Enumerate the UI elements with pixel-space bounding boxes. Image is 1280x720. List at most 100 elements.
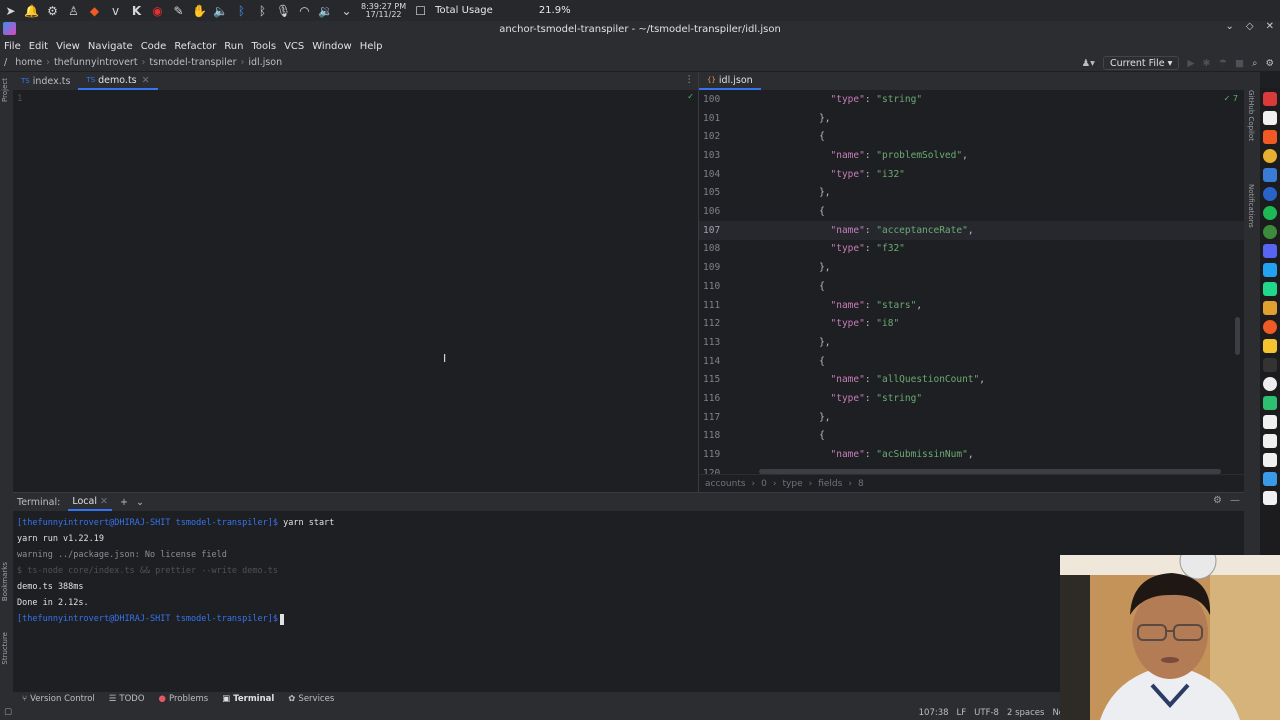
indent-setting[interactable]: 2 spaces: [1007, 708, 1044, 718]
app-red-icon[interactable]: [1263, 92, 1277, 106]
more-icon[interactable]: ⋮: [685, 74, 695, 85]
close-tab-icon[interactable]: ✕: [100, 496, 108, 507]
pycharm-icon[interactable]: [1263, 282, 1277, 296]
code-line[interactable]: 100 "type": "string": [699, 90, 1244, 109]
notes-icon[interactable]: [1263, 396, 1277, 410]
code-line[interactable]: 111 "name": "stars",: [699, 296, 1244, 315]
notifications-tool-label[interactable]: Notifications: [1247, 184, 1255, 228]
speaker-icon[interactable]: 🔉: [315, 0, 336, 21]
breadcrumb-root[interactable]: /: [0, 57, 11, 68]
code-line[interactable]: 119 "name": "acSubmissinNum",: [699, 445, 1244, 464]
pen-icon[interactable]: [1263, 168, 1277, 182]
maximize-icon[interactable]: ◇: [1246, 21, 1254, 32]
code-line[interactable]: 112 "type": "i8": [699, 314, 1244, 333]
clock-icon[interactable]: [1263, 377, 1277, 391]
terminal-icon[interactable]: [1263, 358, 1277, 372]
browser-icon[interactable]: [1263, 187, 1277, 201]
code-line[interactable]: 108 "type": "f32": [699, 240, 1244, 259]
tab-idl-json[interactable]: {} idl.json: [699, 72, 761, 90]
project-tool-label[interactable]: Project: [1, 78, 9, 102]
search-icon[interactable]: ⌕: [1252, 58, 1257, 69]
json-path-item[interactable]: accounts: [705, 479, 746, 489]
version-control-button[interactable]: ⑂ Version Control: [22, 694, 95, 704]
discord-icon[interactable]: [1263, 244, 1277, 258]
code-line[interactable]: 101 },: [699, 109, 1244, 128]
files-icon[interactable]: [1263, 453, 1277, 467]
code-line[interactable]: 117 },: [699, 408, 1244, 427]
caret-position[interactable]: 107:38: [919, 708, 949, 718]
file-icon[interactable]: [1263, 415, 1277, 429]
breadcrumb-home[interactable]: home: [11, 57, 46, 68]
json-path-item[interactable]: 8: [858, 479, 864, 489]
code-line[interactable]: 116 "type": "string": [699, 389, 1244, 408]
code-line[interactable]: 106 {: [699, 202, 1244, 221]
menu-edit[interactable]: Edit: [25, 41, 52, 52]
code-line[interactable]: 103 "name": "problemSolved",: [699, 146, 1244, 165]
hide-panel-icon[interactable]: —: [1230, 495, 1240, 506]
menu-code[interactable]: Code: [137, 41, 171, 52]
json-path-item[interactable]: type: [783, 479, 803, 489]
code-editor[interactable]: ✓ I: [53, 90, 698, 492]
gear-icon[interactable]: ⚙: [1213, 495, 1222, 506]
vertical-scrollbar[interactable]: [1235, 317, 1240, 355]
code-line[interactable]: 104 "type": "i32": [699, 165, 1244, 184]
chrome-icon[interactable]: [1263, 225, 1277, 239]
code-line[interactable]: 105 },: [699, 184, 1244, 203]
bluetooth-status-icon[interactable]: ᛒ: [252, 0, 273, 21]
code-line[interactable]: 114 {: [699, 352, 1244, 371]
breadcrumb-user[interactable]: thefunnyintrovert: [50, 57, 142, 68]
menu-window[interactable]: Window: [308, 41, 355, 52]
copilot-tool-label[interactable]: GitHub Copilot: [1247, 90, 1255, 141]
file-encoding[interactable]: UTF-8: [974, 708, 999, 718]
wifi-icon[interactable]: ◠: [294, 0, 315, 21]
volume-icon[interactable]: 🔈: [210, 0, 231, 21]
run-config-select[interactable]: Current File ▾: [1102, 56, 1180, 70]
brave-icon[interactable]: [1263, 130, 1277, 144]
json-path-item[interactable]: fields: [818, 479, 842, 489]
vpn-icon[interactable]: ᴠ: [105, 0, 126, 21]
terminal-tab-local[interactable]: Local ✕: [68, 493, 112, 511]
close-tab-icon[interactable]: ✕: [142, 75, 150, 86]
spotify-icon[interactable]: [1263, 206, 1277, 220]
illustrator-icon[interactable]: [1263, 301, 1277, 315]
panel-toggle-icon[interactable]: ▢: [4, 707, 12, 717]
breadcrumb-file[interactable]: idl.json: [244, 57, 286, 68]
gear-icon[interactable]: ⚙: [1265, 58, 1274, 69]
menu-vcs[interactable]: VCS: [280, 41, 308, 52]
bookmarks-tool-label[interactable]: Bookmarks: [1, 562, 9, 601]
chevron-down-icon[interactable]: ⌄: [136, 497, 144, 508]
brave-icon[interactable]: ◆: [84, 0, 105, 21]
json-path-item[interactable]: 0: [761, 479, 767, 489]
code-line[interactable]: 107 "name": "acceptanceRate",: [699, 220, 1244, 240]
menu-tools[interactable]: Tools: [247, 41, 280, 52]
code-line[interactable]: 109 },: [699, 258, 1244, 277]
account-icon[interactable]: ♟▾: [1082, 58, 1095, 69]
record-icon[interactable]: ◉: [147, 0, 168, 21]
settings-icon[interactable]: ⚙: [42, 0, 63, 21]
screenshot-icon[interactable]: [1263, 472, 1277, 486]
tab-index-ts[interactable]: TS index.ts: [13, 72, 78, 90]
code-line[interactable]: 113 },: [699, 333, 1244, 352]
line-ending[interactable]: LF: [957, 708, 967, 718]
vscode-icon[interactable]: [1263, 263, 1277, 277]
run-icon[interactable]: ▶: [1187, 58, 1194, 69]
close-icon[interactable]: ✕: [1266, 21, 1274, 32]
microphone-icon[interactable]: 🎙: [273, 0, 294, 21]
minimize-icon[interactable]: ⌄: [1226, 21, 1234, 32]
postman-icon[interactable]: [1263, 320, 1277, 334]
code-line[interactable]: 118 {: [699, 427, 1244, 446]
breadcrumb-project[interactable]: tsmodel-transpiler: [145, 57, 240, 68]
problems-button[interactable]: ● Problems: [159, 694, 209, 704]
menu-view[interactable]: View: [52, 41, 84, 52]
code-line[interactable]: 115 "name": "allQuestionCount",: [699, 371, 1244, 390]
k-icon[interactable]: K: [126, 0, 147, 21]
chevron-down-icon[interactable]: ⌄: [336, 0, 357, 21]
bell-icon[interactable]: 🔔: [21, 0, 42, 21]
code-line[interactable]: 110 {: [699, 277, 1244, 296]
debug-icon[interactable]: ✱: [1203, 58, 1211, 69]
app-yellow-icon[interactable]: [1263, 339, 1277, 353]
activities-icon[interactable]: ➤: [0, 0, 21, 21]
menu-help[interactable]: Help: [356, 41, 387, 52]
stop-icon[interactable]: ■: [1235, 58, 1244, 69]
structure-tool-label[interactable]: Structure: [1, 632, 9, 665]
